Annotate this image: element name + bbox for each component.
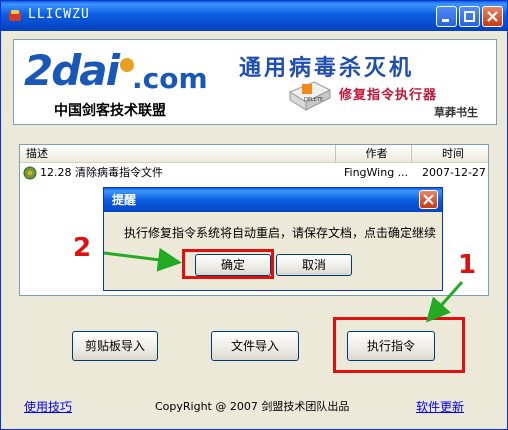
list-header: 描述 作者 时间: [20, 145, 488, 163]
banner-subtitle: 修复指令执行器: [339, 88, 438, 103]
maximize-button[interactable]: [459, 6, 480, 27]
column-header-author[interactable]: 作者: [336, 145, 412, 162]
annotation-step-1: 1: [458, 250, 477, 280]
highlight-execute-button: [333, 317, 465, 373]
logo-subtitle: 中国剑客技术联盟: [54, 103, 166, 119]
annotation-step-2: 2: [73, 233, 92, 263]
dialog-cancel-button[interactable]: 取消: [276, 254, 352, 276]
script-file-icon: [23, 166, 37, 180]
dialog-title: 提醒: [112, 193, 137, 207]
window-title: LLICWZU: [28, 7, 90, 22]
dialog-close-button[interactable]: [419, 190, 438, 209]
app-icon: [9, 10, 21, 21]
file-import-button[interactable]: 文件导入: [211, 331, 299, 361]
software-update-link[interactable]: 软件更新: [416, 398, 464, 415]
close-button[interactable]: [482, 6, 503, 27]
clipboard-import-button[interactable]: 剪贴板导入: [72, 331, 158, 361]
minimize-icon: [442, 19, 449, 22]
banner-author: 草莽书生: [434, 106, 478, 119]
copyright-text: CopyRight @ 2007 剑盟技术团队出品: [155, 400, 350, 413]
list-item-desc: 12.28 清除病毒指令文件: [40, 166, 163, 179]
column-header-date[interactable]: 时间: [412, 145, 488, 162]
close-icon: [487, 11, 498, 22]
dialog-message: 执行修复指令系统将自动重启，请保存文档，点击确定继续: [124, 226, 437, 240]
list-item-author: FingWing ...: [344, 166, 408, 179]
banner: 2dai .com 中国剑客技术联盟 通用病毒杀灭机 DELETE 修复指令执行…: [13, 39, 497, 125]
highlight-ok-button: [182, 249, 274, 279]
list-item-date: 2007-12-27: [422, 166, 486, 179]
minimize-button[interactable]: [436, 6, 457, 27]
title-bar[interactable]: LLICWZU: [1, 1, 507, 31]
dialog-title-bar[interactable]: 提醒: [104, 188, 442, 212]
list-item[interactable]: 12.28 清除病毒指令文件 FingWing ... 2007-12-27: [20, 165, 488, 181]
maximize-icon: [464, 11, 475, 22]
logo-com: .com: [132, 62, 208, 95]
close-icon: [423, 194, 434, 205]
svg-text:DELETE: DELETE: [304, 97, 323, 103]
delete-key-icon: DELETE: [288, 81, 332, 111]
logo-main: 2dai: [24, 46, 120, 95]
column-header-desc[interactable]: 描述: [20, 145, 336, 162]
usage-tips-link[interactable]: 使用技巧: [24, 398, 72, 415]
